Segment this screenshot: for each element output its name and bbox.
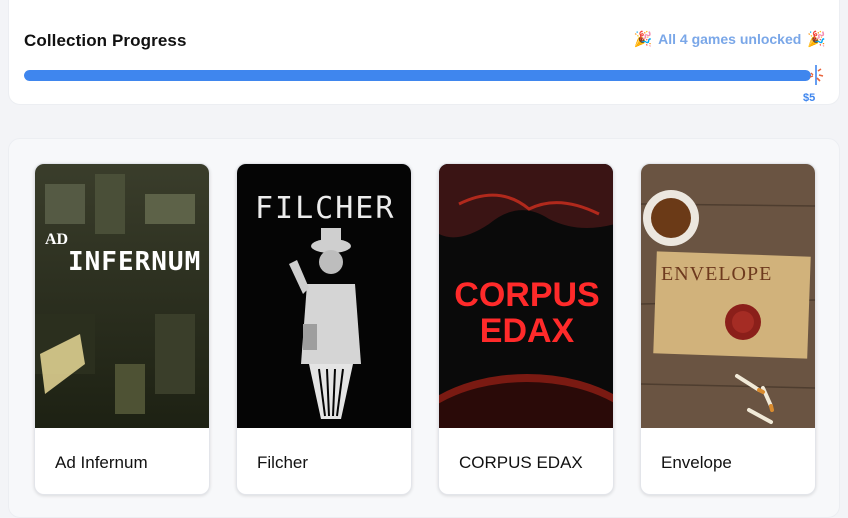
game-card-corpus-edax[interactable]: CORPUS EDAX CORPUS EDAX [438,163,614,495]
filcher-cover-image: FILCHER [237,164,411,428]
confetti-marker-icon [809,65,824,85]
corpus-edax-cover-image: CORPUS EDAX [439,164,613,428]
game-card-envelope[interactable]: ENVELOPE Envelope [640,163,816,495]
collection-progress-title: Collection Progress [24,31,187,50]
envelope-cover-image: ENVELOPE [641,164,815,428]
party-popper-icon: 🎉 [807,31,826,48]
cover-text-edax: EDAX [480,312,575,350]
ad-infernum-cover-image: AD INFERNUM [35,164,209,428]
cover-text-ad: AD [45,231,68,248]
collection-progress-card [8,0,840,105]
cover-text-filcher: FILCHER [255,191,395,226]
game-card-ad-infernum[interactable]: AD INFERNUM Ad Infernum [34,163,210,495]
price-label: $5 [803,92,816,104]
cover-text-infernum: INFERNUM [68,247,201,277]
game-title: CORPUS EDAX [459,453,583,472]
progress-bar [24,70,811,81]
party-popper-icon: 🎉 [633,31,653,48]
unlock-status: 🎉 All 4 games unlocked 🎉 [633,30,826,48]
game-title: Filcher [257,453,309,472]
game-title: Ad Infernum [55,453,148,472]
unlock-status-text: All 4 games unlocked [658,31,802,47]
cover-text-corpus: CORPUS [454,276,599,314]
game-title: Envelope [661,453,732,472]
progress-bar-fill [24,70,811,81]
cover-text-envelope: ENVELOPE [661,263,772,285]
game-card-filcher[interactable]: FILCHER Filcher [236,163,412,495]
